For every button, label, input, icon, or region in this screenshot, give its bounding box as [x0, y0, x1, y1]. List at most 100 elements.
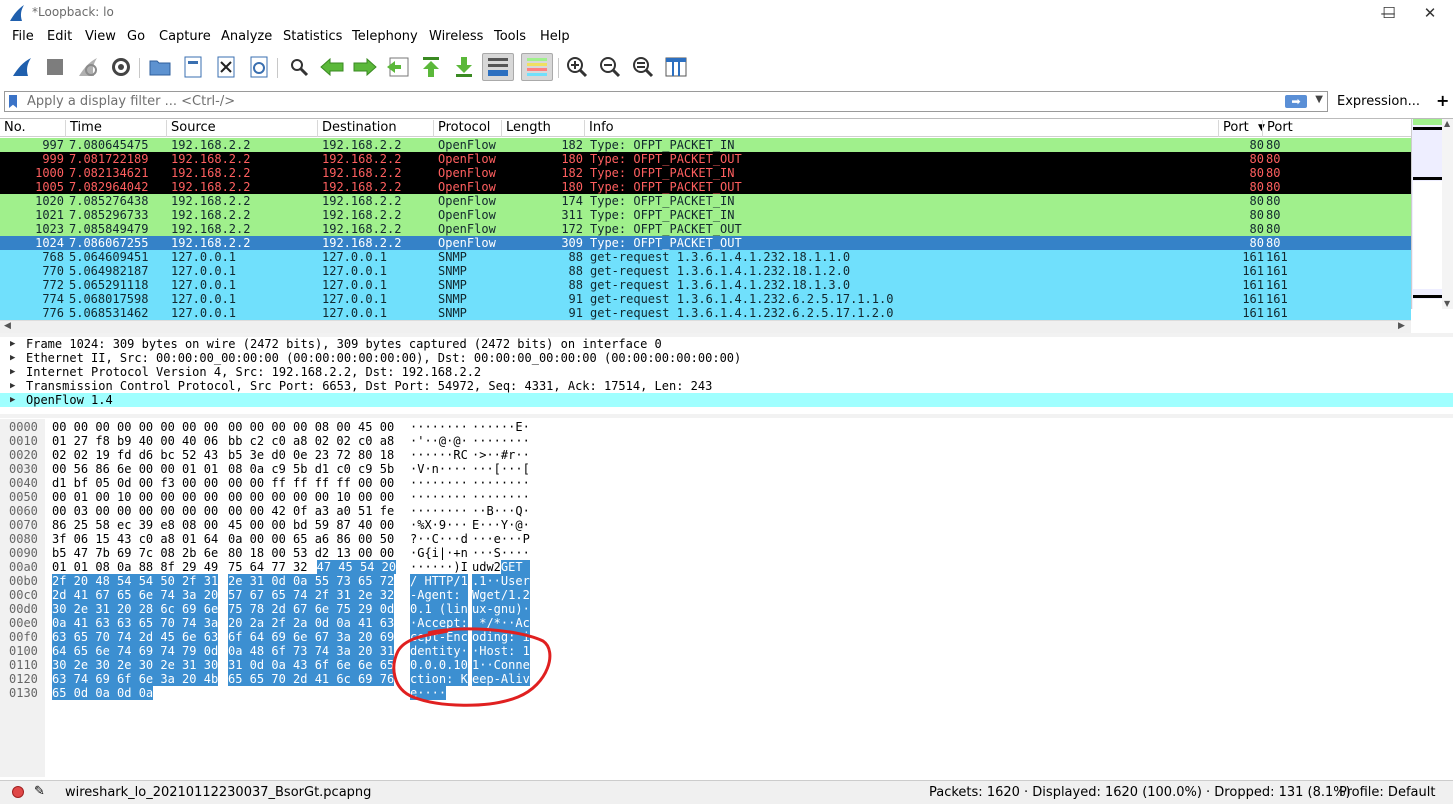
hex-bytes-selected: 57 67 65 74 2f 31 2e 32	[228, 588, 395, 602]
expand-arrow-icon[interactable]: ▶	[10, 337, 15, 351]
main-toolbar	[0, 50, 1453, 86]
go-back-button[interactable]	[318, 53, 346, 81]
go-first-button[interactable]	[417, 53, 445, 81]
packet-row[interactable]: 999 7.081722189 192.168.2.2 192.168.2.2 Open…	[0, 152, 1411, 166]
start-capture-button[interactable]	[8, 53, 36, 81]
packet-cell-time: 7.086067255	[69, 236, 149, 250]
col-source[interactable]: Source	[166, 120, 317, 137]
menu-telephony[interactable]: Telephony	[352, 29, 418, 44]
detail-openflow[interactable]: ▶ OpenFlow 1.4	[0, 393, 1453, 407]
packet-cell-dst: 192.168.2.2	[322, 166, 402, 180]
hex-bytes: d1 bf 05 0d 00 f3 00 00	[52, 476, 219, 490]
packet-row[interactable]: 1000 7.082134621 192.168.2.2 192.168.2.2 Ope…	[0, 166, 1411, 180]
menu-capture[interactable]: Capture	[159, 29, 211, 44]
col-dst-port[interactable]: Port	[1262, 120, 1293, 137]
chevron-down-icon[interactable]: ▼	[1315, 94, 1323, 105]
ascii-bytes: ·V·n····	[410, 462, 468, 476]
colorize-button[interactable]	[521, 53, 553, 81]
stop-capture-button[interactable]	[41, 53, 69, 81]
save-file-button[interactable]	[179, 53, 207, 81]
menu-statistics[interactable]: Statistics	[283, 29, 342, 44]
menu-analyze[interactable]: Analyze	[221, 29, 272, 44]
go-to-packet-button[interactable]	[384, 53, 412, 81]
col-time[interactable]: Time	[65, 120, 166, 137]
close-button[interactable]: ✕	[1407, 2, 1453, 24]
shark-fin-icon	[13, 58, 31, 76]
capture-options-button[interactable]	[107, 53, 135, 81]
expert-info-icon[interactable]	[12, 786, 24, 798]
zoom-in-button[interactable]	[563, 53, 591, 81]
packet-row[interactable]: 768 5.064609451 127.0.0.1 127.0.0.1 SNMP 88 ge…	[0, 250, 1411, 264]
scroll-left-icon[interactable]: ◀	[4, 321, 11, 331]
detail-ipv4[interactable]: ▶ Internet Protocol Version 4, Src: 192.1…	[0, 365, 1453, 379]
toolbar-separator	[277, 58, 278, 78]
go-forward-button[interactable]	[351, 53, 379, 81]
display-filter-input[interactable]: Apply a display filter ... <Ctrl-/> ➡ ▼	[4, 91, 1328, 112]
expand-arrow-icon[interactable]: ▶	[10, 379, 15, 393]
menu-edit[interactable]: Edit	[47, 29, 72, 44]
packet-row[interactable]: 770 5.064982187 127.0.0.1 127.0.0.1 SNMP 88 ge…	[0, 264, 1411, 278]
pane-splitter[interactable]	[0, 414, 1453, 418]
packet-cell-dst: 192.168.2.2	[322, 222, 402, 236]
maximize-button[interactable]: ☐	[1366, 2, 1412, 24]
packet-cell-sport: 80	[1249, 236, 1264, 250]
expand-arrow-icon[interactable]: ▶	[10, 393, 15, 407]
packet-list-scrollbar[interactable]: ▲ ▼	[1442, 119, 1453, 309]
packet-cell-len: 88	[568, 278, 583, 292]
menu-help[interactable]: Help	[540, 29, 570, 44]
zoom-out-button[interactable]	[596, 53, 624, 81]
packet-row[interactable]: 1024 7.086067255 192.168.2.2 192.168.2.2 Ope…	[0, 236, 1411, 250]
packet-row[interactable]: 776 5.068531462 127.0.0.1 127.0.0.1 SNMP 91 ge…	[0, 306, 1411, 320]
toolbar-separator	[139, 58, 140, 78]
resize-columns-button[interactable]	[662, 53, 690, 81]
packet-minimap[interactable]	[1411, 119, 1442, 309]
restart-capture-button[interactable]	[74, 53, 102, 81]
menu-go[interactable]: Go	[127, 29, 145, 44]
add-filter-button[interactable]: +	[1436, 91, 1449, 110]
col-no[interactable]: No.	[0, 120, 26, 137]
packet-row[interactable]: 1023 7.085849479 192.168.2.2 192.168.2.2 Ope…	[0, 222, 1411, 236]
detail-frame[interactable]: ▶ Frame 1024: 309 bytes on wire (2472 bit…	[0, 337, 1453, 351]
packet-list-hscrollbar[interactable]: ◀ ▶	[0, 320, 1411, 334]
packet-row[interactable]: 1020 7.085276438 192.168.2.2 192.168.2.2 Ope…	[0, 194, 1411, 208]
detail-tcp[interactable]: ▶ Transmission Control Protocol, Src Port…	[0, 379, 1453, 393]
go-last-button[interactable]	[450, 53, 478, 81]
expression-button[interactable]: Expression...	[1337, 94, 1420, 109]
gear-icon	[112, 58, 130, 76]
menu-view[interactable]: View	[85, 29, 116, 44]
autoscroll-button[interactable]	[482, 53, 514, 81]
detail-ethernet[interactable]: ▶ Ethernet II, Src: 00:00:00_00:00:00 (00…	[0, 351, 1453, 365]
col-destination[interactable]: Destination	[317, 120, 433, 137]
profile-label[interactable]: Profile: Default	[1339, 785, 1435, 800]
hex-bytes: 00 00 00 00 00 10 00 00	[228, 490, 395, 504]
menu-tools[interactable]: Tools	[494, 29, 526, 44]
expand-arrow-icon[interactable]: ▶	[10, 351, 15, 365]
capture-comment-icon[interactable]: ✎	[34, 784, 45, 799]
expand-arrow-icon[interactable]: ▶	[10, 365, 15, 379]
zoom-in-icon	[567, 57, 588, 78]
open-file-button[interactable]	[146, 53, 174, 81]
packet-cell-src: 127.0.0.1	[171, 264, 237, 278]
packet-row[interactable]: 997 7.080645475 192.168.2.2 192.168.2.2 Open…	[0, 138, 1411, 152]
bookmark-icon[interactable]	[9, 95, 17, 108]
packet-row[interactable]: 1021 7.085296733 192.168.2.2 192.168.2.2 Ope…	[0, 208, 1411, 222]
col-protocol[interactable]: Protocol	[433, 120, 501, 137]
packet-cell-src: 127.0.0.1	[171, 292, 237, 306]
restart-fin-icon	[79, 58, 97, 76]
find-packet-button[interactable]	[285, 53, 313, 81]
zoom-normal-button[interactable]	[629, 53, 657, 81]
reload-file-button[interactable]	[245, 53, 273, 81]
scroll-down-icon[interactable]: ▼	[1444, 299, 1450, 308]
menu-wireless[interactable]: Wireless	[429, 29, 483, 44]
apply-filter-arrow-icon[interactable]: ➡	[1285, 95, 1307, 108]
packet-cell-proto: OpenFlow	[438, 180, 496, 194]
col-info[interactable]: Info	[584, 120, 1218, 137]
col-length[interactable]: Length	[501, 120, 584, 137]
scroll-up-icon[interactable]: ▲	[1444, 119, 1450, 128]
packet-row[interactable]: 772 5.065291118 127.0.0.1 127.0.0.1 SNMP 88 ge…	[0, 278, 1411, 292]
close-file-button[interactable]	[212, 53, 240, 81]
packet-row[interactable]: 774 5.068017598 127.0.0.1 127.0.0.1 SNMP 91 ge…	[0, 292, 1411, 306]
menu-file[interactable]: File	[12, 29, 34, 44]
scroll-right-icon[interactable]: ▶	[1398, 321, 1405, 331]
packet-row[interactable]: 1005 7.082964042 192.168.2.2 192.168.2.2 Ope…	[0, 180, 1411, 194]
